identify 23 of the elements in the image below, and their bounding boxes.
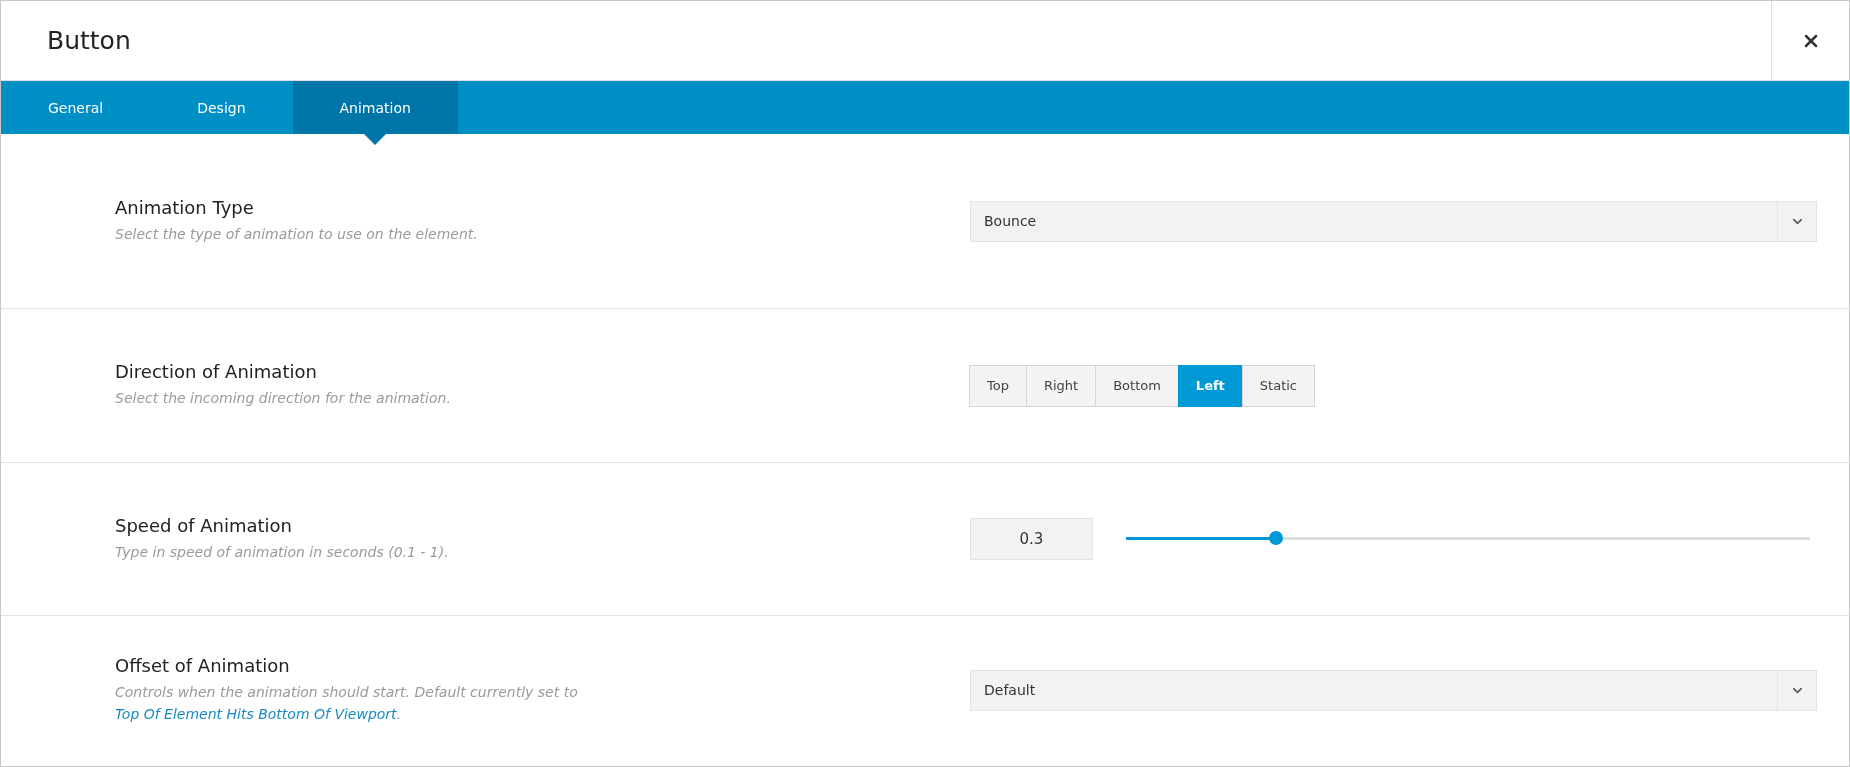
select-value: Bounce <box>983 213 1038 229</box>
setting-description: Controls when the animation should start. Default currently set to Top Of Element Hits Bottom Of Viewport. <box>115 682 579 724</box>
slider-thumb[interactable] <box>1269 531 1284 545</box>
direction-option[interactable]: Bottom <box>1095 364 1179 407</box>
setting-label: Offset of Animation <box>115 654 291 676</box>
direction-option[interactable]: Static <box>1241 364 1315 407</box>
direction-option[interactable]: Top <box>969 364 1027 407</box>
tab-pointer <box>364 134 387 145</box>
setting-label: Animation Type <box>115 196 255 218</box>
tab[interactable]: General <box>1 81 151 134</box>
setting-description: Select the type of animation to use on the element. <box>115 224 479 244</box>
select-field[interactable]: Bounce <box>970 200 1817 242</box>
setting-description: Type in speed of animation in seconds (0.1 - 1). <box>115 542 450 562</box>
window-title: Button <box>46 25 132 57</box>
setting-label: Direction of Animation <box>115 361 318 383</box>
description-link[interactable]: Top Of Element Hits Bottom Of Viewport <box>115 705 397 722</box>
select-value: Default <box>983 682 1037 698</box>
direction-option[interactable]: Right <box>1025 364 1097 407</box>
speed-input[interactable]: 0.3 <box>970 518 1093 560</box>
tab[interactable]: Design <box>150 81 293 134</box>
setting-description: Select the incoming direction for the animation. <box>115 389 452 409</box>
setting-label: Speed of Animation <box>115 514 293 536</box>
select-field[interactable]: Default <box>970 669 1817 711</box>
